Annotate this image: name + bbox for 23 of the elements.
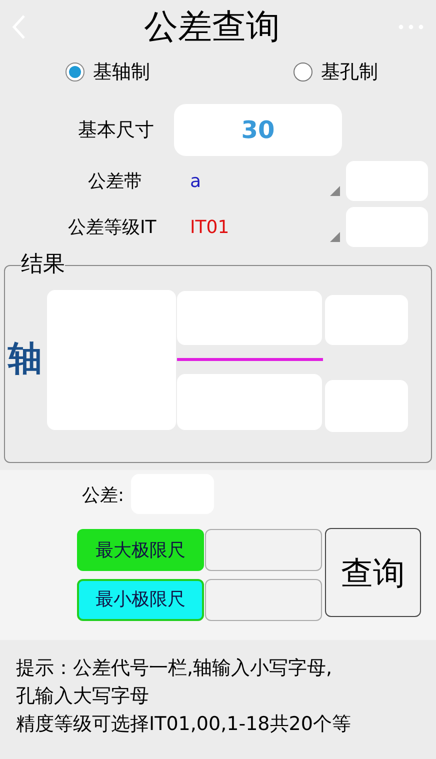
hint-text: 精度等级可选择IT01,00,1-18共20个等 xyxy=(16,712,352,737)
panel-title: 结果 xyxy=(21,254,65,276)
radio-option[interactable]: 基孔制 xyxy=(293,58,378,86)
grade-dropdown[interactable]: IT01 xyxy=(180,210,342,244)
hint-text: 提示：公差代号一栏,轴输入小写字母, xyxy=(16,656,334,681)
dropdown-corner-icon xyxy=(330,232,340,242)
field-label: 公差: xyxy=(82,484,124,508)
query-button[interactable]: 查询 xyxy=(325,528,421,617)
field-label: 公差等级IT xyxy=(68,216,158,240)
part-label: 轴 xyxy=(8,342,42,376)
radio-button[interactable] xyxy=(65,62,85,82)
min-limit-field[interactable] xyxy=(205,579,322,621)
max-limit-button[interactable]: 最大极限尺 xyxy=(77,529,204,571)
hint-text: 孔输入大写字母 xyxy=(16,684,150,709)
tolerance-band-dropdown[interactable]: a xyxy=(180,164,342,198)
field-label: 基本尺寸 xyxy=(78,118,155,143)
dropdown-corner-icon xyxy=(330,186,340,196)
min-limit-button[interactable]: 最小极限尺 xyxy=(77,579,204,621)
radio-button[interactable] xyxy=(293,62,313,82)
max-limit-field[interactable] xyxy=(205,529,322,571)
radio-option[interactable]: 基轴制 xyxy=(65,58,150,86)
screen-title: 公差查询 xyxy=(144,10,280,44)
field-label: 公差带 xyxy=(88,170,143,194)
